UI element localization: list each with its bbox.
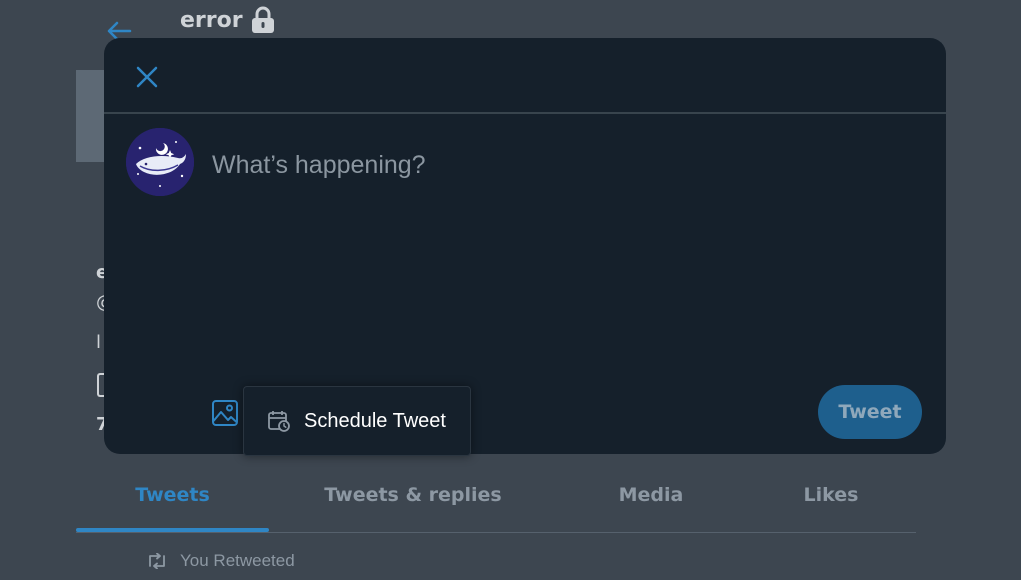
close-button[interactable] (130, 60, 164, 94)
retweet-context: You Retweeted (146, 548, 295, 574)
lock-icon (251, 6, 274, 33)
compose-input[interactable] (210, 144, 914, 186)
tab-tweets[interactable]: Tweets (76, 470, 269, 520)
compose-tweet-modal: Schedule Tweet Tweet (104, 38, 946, 456)
tab-media[interactable]: Media (586, 470, 716, 520)
avatar[interactable] (126, 128, 194, 196)
tweet-button[interactable]: Tweet (818, 385, 922, 439)
active-tab-indicator (76, 528, 269, 532)
modal-header (104, 38, 946, 114)
tab-likes[interactable]: Likes (766, 470, 896, 520)
schedule-tweet-tooltip[interactable]: Schedule Tweet (243, 386, 471, 456)
schedule-tweet-label: Schedule Tweet (304, 409, 446, 432)
tab-tweets-and-replies[interactable]: Tweets & replies (308, 470, 518, 520)
whale-avatar-icon (126, 128, 194, 196)
calendar-clock-icon (266, 408, 292, 434)
image-icon (212, 400, 238, 426)
profile-header-title: error (180, 5, 277, 35)
add-media-button[interactable] (208, 396, 242, 430)
profile-tabs: Tweets Tweets & replies Media Likes (76, 470, 916, 533)
page-title: error (180, 7, 243, 33)
retweet-icon (149, 553, 165, 569)
profile-bio-fragment: l (96, 332, 102, 353)
close-icon (136, 66, 158, 88)
retweet-label: You Retweeted (180, 551, 295, 570)
profile-banner (76, 70, 105, 162)
